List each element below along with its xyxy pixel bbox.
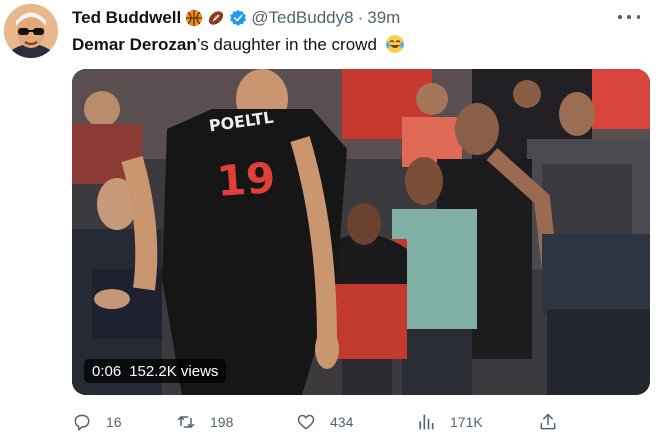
video-views: 152.2K views	[129, 362, 219, 380]
tweet-card: Ted Buddwell @TedBuddy8 · 39m Demar Dero…	[0, 0, 660, 444]
views-button[interactable]: 171K	[416, 410, 483, 434]
video-time: 0:06	[92, 362, 122, 380]
tweet-timestamp[interactable]: 39m	[367, 8, 400, 28]
retweet-icon	[177, 416, 195, 428]
like-button[interactable]: 434	[296, 410, 353, 434]
retweet-button[interactable]: 198	[176, 410, 233, 434]
heart-icon	[297, 414, 315, 430]
avatar-image	[4, 4, 58, 58]
verified-badge-icon	[230, 9, 247, 27]
more-icon[interactable]	[618, 8, 640, 26]
action-bar: 16 198 434 171K	[72, 410, 572, 434]
reply-button[interactable]: 16	[72, 410, 122, 434]
views-count: 171K	[450, 414, 483, 430]
reply-icon	[74, 414, 90, 431]
reply-count: 16	[106, 414, 122, 430]
author-handle[interactable]: @TedBuddy8	[251, 8, 353, 28]
tweet-text-body: ’s daughter in the crowd	[196, 35, 377, 54]
tears-of-joy-emoji	[385, 35, 404, 53]
football-icon	[209, 11, 224, 25]
author-avatar[interactable]	[4, 4, 58, 58]
video-frame: POELTL 19	[72, 69, 650, 395]
basketball-icon	[186, 9, 203, 27]
tweet-text-highlight: Demar Derozan	[72, 35, 197, 54]
author-name[interactable]: Ted Buddwell	[72, 8, 181, 28]
video-player[interactable]: POELTL 19 0:06 152.2K views	[72, 69, 650, 395]
tweet-header: Ted Buddwell @TedBuddy8 · 39m	[72, 7, 400, 29]
video-stats-badge: 0:06 152.2K views	[84, 359, 227, 383]
like-count: 434	[330, 414, 354, 430]
views-chart-icon	[419, 414, 434, 430]
share-icon	[540, 413, 556, 430]
share-button[interactable]	[538, 410, 558, 434]
jersey-number: 19	[215, 153, 277, 206]
tweet-text: Demar Derozan’s daughter in the crowd	[72, 34, 405, 56]
header-separator: ·	[357, 8, 364, 27]
retweet-count: 198	[210, 414, 234, 430]
